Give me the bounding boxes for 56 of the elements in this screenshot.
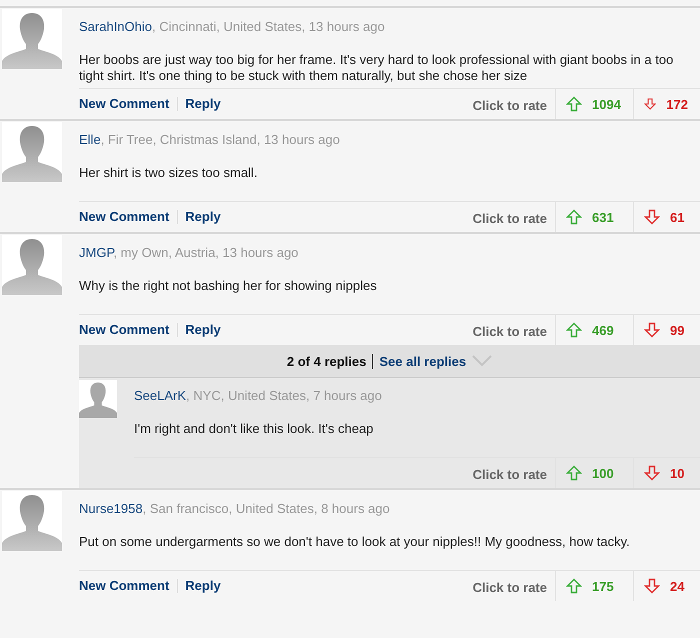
down-arrow-icon — [644, 209, 660, 225]
downvote-count: 24 — [670, 578, 684, 594]
upvote-count: 100 — [592, 466, 614, 480]
comment-meta: , Cincinnati, United States, 13 hours ago — [152, 19, 385, 34]
comment-meta: , my Own, Austria, 13 hours ago — [113, 245, 298, 260]
username-link[interactable]: Nurse1958 — [79, 501, 143, 516]
avatar-icon — [79, 380, 117, 418]
downvote-button[interactable]: 24 — [633, 571, 700, 601]
comment-text: Her shirt is two sizes too small. — [79, 165, 258, 182]
comment-action-link[interactable]: New Comment — [79, 323, 178, 337]
down-arrow-icon — [644, 96, 656, 112]
comment-action-link[interactable]: Reply — [185, 579, 229, 593]
rate-label: Click to rate — [472, 98, 548, 112]
comment-meta: , NYC, United States, 7 hours ago — [186, 388, 382, 403]
username-link[interactable]: SeeLArK — [134, 388, 186, 403]
comment-action-link[interactable]: Reply — [185, 97, 229, 111]
username-link[interactable]: Elle — [79, 132, 101, 147]
rate-label: Click to rate — [472, 210, 548, 226]
username-link[interactable]: JMGP — [79, 245, 114, 260]
comment-text: Put on some undergarments so we don't have to look at your nipples!! My goodness, how tacky. — [79, 534, 631, 551]
rate-label: Click to rate — [472, 466, 548, 482]
rate-label: Click to rate — [472, 580, 548, 594]
up-arrow-icon — [566, 209, 582, 225]
see-all-replies-link[interactable]: See all replies — [379, 354, 466, 368]
up-arrow-icon — [566, 322, 582, 338]
comment-meta: , Fir Tree, Christmas Island, 13 hours ago — [100, 132, 340, 147]
downvote-count: 99 — [670, 322, 684, 338]
rate-label: Click to rate — [472, 324, 548, 338]
upvote-count: 469 — [592, 322, 614, 338]
comment-action-link[interactable]: New Comment — [79, 210, 178, 224]
downvote-button[interactable]: 61 — [633, 202, 700, 232]
up-arrow-icon — [566, 96, 582, 112]
downvote-count: 10 — [670, 466, 684, 480]
comment-text: I'm right and don't like this look. It's cheap — [134, 421, 374, 438]
comment-text: Why is the right not bashing her for showing nipples — [79, 278, 378, 295]
comment-action-link[interactable]: New Comment — [79, 579, 178, 593]
replies-count: 2 of 4 replies — [286, 354, 374, 368]
comment-action-link[interactable]: Reply — [185, 210, 229, 224]
comment-meta: , San francisco, United States, 8 hours ago — [142, 501, 390, 516]
downvote-count: 172 — [666, 96, 688, 112]
down-arrow-icon — [644, 465, 660, 481]
username-link[interactable]: SarahInOhio — [79, 19, 152, 34]
up-arrow-icon — [566, 465, 582, 481]
upvote-count: 1094 — [592, 96, 621, 112]
comment-action-link[interactable]: Reply — [185, 323, 229, 337]
comment-text: Her boobs are just way too big for her frame. It's very hard to look professional with giant boobs in a too tight shirt. It's one thing to be stuck with them naturally, but she chose her size — [79, 52, 674, 84]
down-arrow-icon — [644, 322, 660, 338]
downvote-button[interactable]: 172 — [633, 89, 700, 119]
up-arrow-icon — [566, 578, 582, 594]
downvote-button[interactable]: 10 — [633, 458, 700, 488]
upvote-count: 175 — [592, 578, 614, 594]
downvote-count: 61 — [670, 210, 684, 224]
comment-action-link[interactable]: New Comment — [79, 97, 178, 111]
chevron-down-icon — [472, 355, 492, 367]
upvote-count: 631 — [592, 210, 614, 224]
down-arrow-icon — [644, 578, 660, 594]
